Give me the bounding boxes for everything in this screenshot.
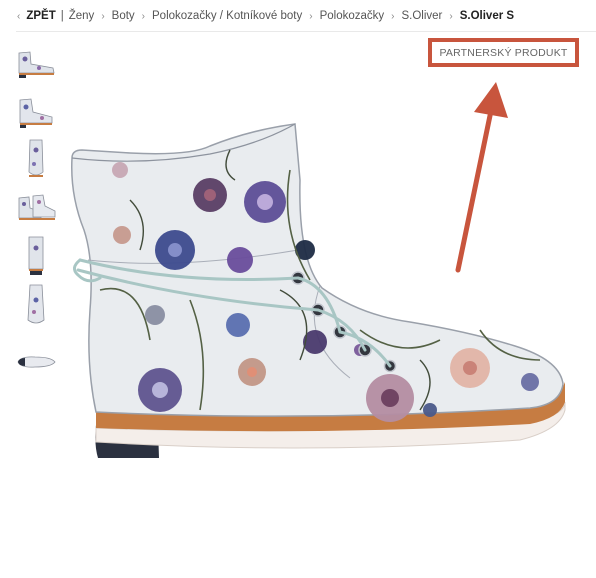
thumbnail-pair[interactable] bbox=[14, 186, 58, 230]
breadcrumb: ‹ ZPĚT | Ženy › Boty › Polokozačky / Kot… bbox=[17, 6, 596, 26]
breadcrumb-item-boty[interactable]: Boty bbox=[112, 10, 135, 22]
thumbnail-side-angled[interactable] bbox=[14, 90, 58, 134]
thumbnail-back[interactable] bbox=[14, 234, 58, 278]
breadcrumb-item-polokozacky-kotnikove[interactable]: Polokozačky / Kotníkové boty bbox=[152, 10, 302, 22]
back-link[interactable]: ZPĚT bbox=[26, 10, 55, 22]
chevron-right-icon: › bbox=[309, 10, 313, 22]
thumbnail-top[interactable] bbox=[14, 282, 58, 326]
partner-badge-highlight: PARTNERSKÝ PRODUKT bbox=[428, 38, 579, 67]
chevron-right-icon: › bbox=[141, 10, 146, 22]
breadcrumb-item-current: S.Oliver S bbox=[459, 10, 515, 22]
chevron-right-icon: › bbox=[449, 10, 453, 22]
thumbnail-front[interactable] bbox=[14, 138, 58, 182]
chevron-left-icon: ‹ bbox=[17, 10, 21, 22]
breadcrumb-separator: | bbox=[60, 10, 64, 22]
chevron-right-icon: › bbox=[101, 10, 105, 22]
product-image[interactable] bbox=[60, 110, 570, 465]
chevron-right-icon: › bbox=[391, 10, 395, 22]
divider bbox=[16, 31, 596, 32]
thumbnail-side[interactable] bbox=[14, 42, 58, 86]
breadcrumb-item-polokozacky[interactable]: Polokozačky bbox=[320, 10, 385, 22]
breadcrumb-item-brand[interactable]: S.Oliver bbox=[401, 10, 442, 22]
thumbnail-sole[interactable] bbox=[14, 340, 58, 384]
partner-product-badge: PARTNERSKÝ PRODUKT bbox=[439, 46, 568, 59]
breadcrumb-item-zeny[interactable]: Ženy bbox=[69, 10, 95, 22]
